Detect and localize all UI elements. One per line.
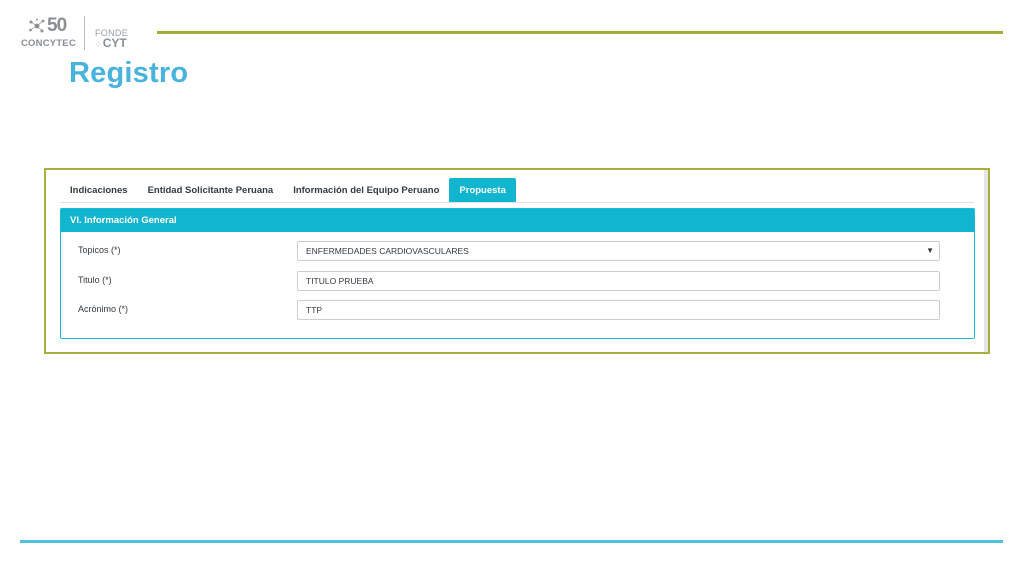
acronimo-input[interactable]: TTP xyxy=(297,300,940,320)
concytec-logo: 50 CONCYTEC xyxy=(20,16,82,52)
logo-divider xyxy=(84,16,85,50)
form-screenshot-frame: Indicaciones Entidad Solicitante Peruana… xyxy=(44,168,990,354)
fondecyt-logo: FONDE ⁘CYT xyxy=(93,16,139,52)
fondecyt-dots-icon: ⁘ xyxy=(95,40,102,49)
tab-entidad-solicitante[interactable]: Entidad Solicitante Peruana xyxy=(138,178,284,202)
form-row-topicos: Topicos (*) ENFERMEDADES CARDIOVASCULARE… xyxy=(61,241,974,261)
header-logos: 50 CONCYTEC FONDE ⁘CYT xyxy=(20,16,139,52)
page-title: Registro xyxy=(69,57,189,89)
scrollbar[interactable] xyxy=(984,170,988,352)
fondecyt-logo-line2: ⁘CYT xyxy=(95,37,127,51)
panel-heading: VI. Información General xyxy=(61,209,974,232)
titulo-input[interactable]: TITULO PRUEBA xyxy=(297,271,940,291)
fondecyt-logo-cyt: CYT xyxy=(102,36,127,50)
acronimo-label: Acrónimo (*) xyxy=(78,304,129,314)
slide-page: 50 CONCYTEC FONDE ⁘CYT Registro Indicaci… xyxy=(0,0,1024,576)
topicos-label: Topicos (*) xyxy=(78,245,121,255)
tab-bar: Indicaciones Entidad Solicitante Peruana… xyxy=(60,178,974,203)
bottom-divider-line xyxy=(20,540,1003,543)
tab-indicaciones[interactable]: Indicaciones xyxy=(60,178,138,202)
top-divider-line xyxy=(157,31,1003,34)
concytec-logo-number: 50 xyxy=(47,15,67,36)
concytec-dots-icon xyxy=(29,18,45,33)
topicos-selected-value: ENFERMEDADES CARDIOVASCULARES xyxy=(306,246,469,256)
tab-equipo-peruano[interactable]: Información del Equipo Peruano xyxy=(283,178,449,202)
form-row-acronimo: Acrónimo (*) TTP xyxy=(61,300,974,320)
concytec-logo-name: CONCYTEC xyxy=(21,38,76,49)
dropdown-arrow-icon: ▼ xyxy=(926,246,934,255)
topicos-select[interactable]: ENFERMEDADES CARDIOVASCULARES ▼ xyxy=(297,241,940,261)
tab-propuesta[interactable]: Propuesta xyxy=(449,178,516,202)
titulo-label: Titulo (*) xyxy=(78,275,112,285)
form-row-titulo: Titulo (*) TITULO PRUEBA xyxy=(61,271,974,291)
informacion-general-panel: VI. Información General Topicos (*) ENFE… xyxy=(60,208,975,339)
